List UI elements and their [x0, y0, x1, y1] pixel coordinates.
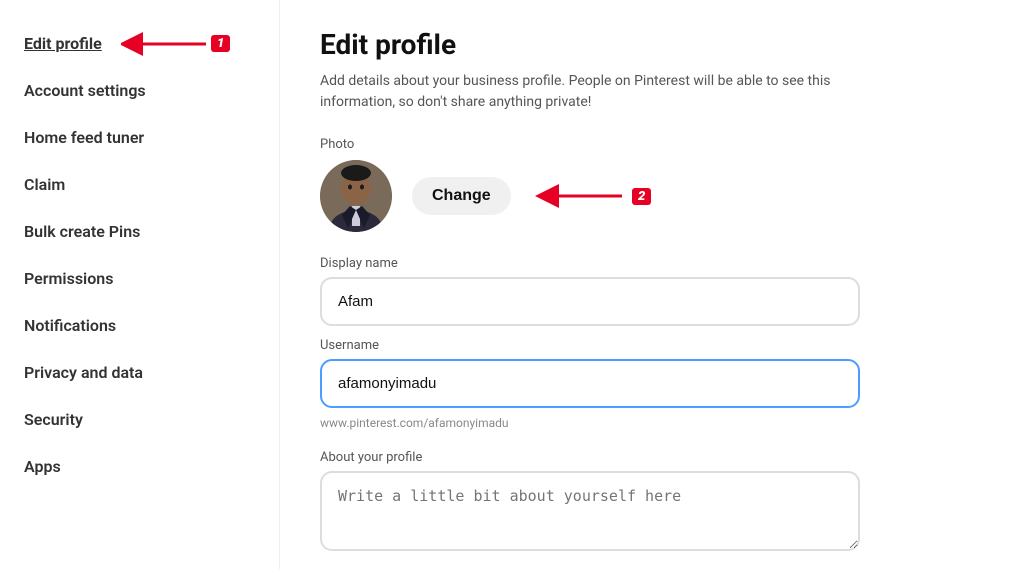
arrow-2-svg	[532, 176, 632, 216]
sidebar-edit-profile-row: Edit profile 1	[16, 20, 263, 67]
username-field-group: Username www.pinterest.com/afamonyimadu	[320, 338, 984, 430]
annotation-num-2: 2	[632, 188, 651, 205]
photo-row: Change 2	[320, 160, 984, 232]
display-name-input[interactable]	[320, 277, 860, 326]
about-textarea[interactable]	[320, 471, 860, 551]
main-content: Edit profile Add details about your busi…	[280, 0, 1024, 569]
sidebar-item-account-settings[interactable]: Account settings	[16, 67, 263, 114]
sidebar-security-row: 4 Security	[16, 396, 263, 443]
sidebar-item-permissions[interactable]: Permissions	[16, 255, 263, 302]
about-label: About your profile	[320, 450, 984, 465]
sidebar-notifications-row: 3 Notifications	[16, 302, 263, 349]
annotation-num-1: 1	[211, 35, 230, 52]
page-title: Edit profile	[320, 28, 984, 61]
change-photo-button[interactable]: Change	[412, 177, 511, 215]
sidebar: Edit profile 1 Account settings Home fee…	[0, 0, 280, 569]
sidebar-item-notifications[interactable]: Notifications	[16, 302, 124, 349]
sidebar-item-apps[interactable]: Apps	[16, 443, 263, 490]
page-subtitle: Add details about your business profile.…	[320, 71, 840, 113]
username-input[interactable]	[320, 359, 860, 408]
sidebar-item-privacy-and-data[interactable]: Privacy and data	[16, 349, 263, 396]
change-button-wrapper: Change 2	[412, 177, 511, 215]
photo-section: Photo	[320, 137, 984, 232]
annotation-2-container: 2	[532, 176, 651, 216]
arrow-1-svg	[121, 30, 211, 58]
url-hint: www.pinterest.com/afamonyimadu	[320, 416, 984, 430]
about-field-group: About your profile	[320, 450, 984, 563]
username-label: Username	[320, 338, 984, 353]
annotation-1-container: 1	[121, 30, 230, 58]
photo-label: Photo	[320, 137, 984, 152]
avatar-svg	[320, 160, 392, 232]
sidebar-item-home-feed-tuner[interactable]: Home feed tuner	[16, 114, 263, 161]
avatar	[320, 160, 392, 232]
display-name-label: Display name	[320, 256, 984, 271]
sidebar-item-edit-profile[interactable]: Edit profile	[16, 20, 110, 67]
sidebar-item-claim[interactable]: Claim	[16, 161, 263, 208]
sidebar-item-security[interactable]: Security	[16, 396, 91, 443]
display-name-field-group: Display name	[320, 256, 984, 334]
sidebar-item-bulk-create-pins[interactable]: Bulk create Pins	[16, 208, 263, 255]
